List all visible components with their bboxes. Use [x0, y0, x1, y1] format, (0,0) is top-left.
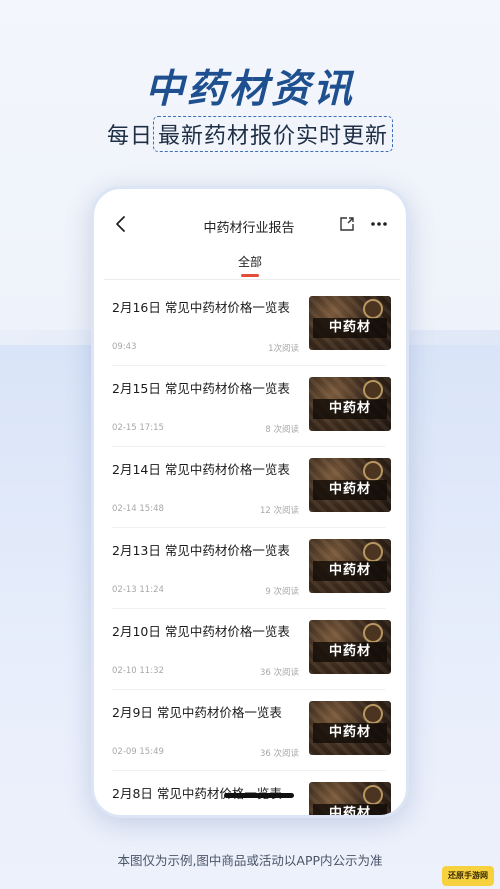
watermark-badge: 还原手游网 — [442, 866, 494, 886]
list-item[interactable]: 2月10日 常见中药材价格一览表 02-10 11:32 36 次阅读 中药材 — [94, 609, 406, 690]
promo-sub-boxed: 最新药材报价实时更新 — [153, 116, 394, 152]
article-thumbnail: 中药材 — [309, 296, 391, 350]
more-dots-icon[interactable] — [368, 215, 390, 233]
article-title: 2月14日 常见中药材价格一览表 — [112, 462, 290, 477]
thumbnail-text: 中药材 — [313, 642, 387, 662]
list-item[interactable]: 2月13日 常见中药材价格一览表 02-13 11:24 9 次阅读 中药材 — [94, 528, 406, 609]
thumbnail-text: 中药材 — [313, 480, 387, 500]
thumbnail-text: 中药材 — [313, 318, 387, 338]
tab-active-indicator — [241, 274, 259, 277]
article-reads: 9 次阅读 — [265, 587, 299, 597]
article-thumbnail: 中药材 — [309, 377, 391, 431]
home-indicator — [224, 793, 294, 798]
thumbnail-text: 中药材 — [313, 399, 387, 419]
article-reads: 36 次阅读 — [259, 749, 299, 759]
thumbnail-text: 中药材 — [313, 561, 387, 581]
promo-sub-prefix: 每日 — [106, 124, 153, 149]
promo-subline: 每日 最新药材报价实时更新 — [0, 116, 500, 152]
article-thumbnail: 中药材 — [309, 458, 391, 512]
article-list: 2月16日 常见中药材价格一览表 09:43 1次阅读 中药材 2月15日 常见… — [94, 285, 406, 815]
list-item[interactable]: 2月9日 常见中药材价格一览表 02-09 15:49 36 次阅读 中药材 — [94, 690, 406, 771]
article-thumbnail: 中药材 — [309, 782, 391, 815]
thumbnail-text: 中药材 — [313, 804, 387, 815]
article-reads: 8 次阅读 — [265, 425, 299, 435]
article-title: 2月16日 常见中药材价格一览表 — [112, 300, 290, 315]
article-thumbnail: 中药材 — [309, 620, 391, 674]
article-title: 2月10日 常见中药材价格一览表 — [112, 624, 290, 639]
article-time: 02-09 15:49 — [112, 747, 164, 757]
thumbnail-text: 中药材 — [313, 723, 387, 743]
article-reads: 12 次阅读 — [259, 506, 299, 516]
tab-divider — [104, 279, 400, 280]
disclaimer-text: 本图仅为示例,图中商品或活动以APP内公示为准 — [117, 853, 383, 868]
tab-all[interactable]: 全部 — [94, 253, 406, 270]
article-title: 2月15日 常见中药材价格一览表 — [112, 381, 290, 396]
article-time: 02-14 15:48 — [112, 504, 164, 514]
article-thumbnail: 中药材 — [309, 539, 391, 593]
article-title: 2月13日 常见中药材价格一览表 — [112, 543, 290, 558]
article-time: 02-10 11:32 — [112, 666, 164, 676]
article-reads: 36 次阅读 — [259, 668, 299, 678]
article-time: 02-15 17:15 — [112, 423, 164, 433]
page-title: 中药材行业报告 — [203, 221, 295, 236]
list-item[interactable]: 2月14日 常见中药材价格一览表 02-14 15:48 12 次阅读 中药材 — [94, 447, 406, 528]
article-time: 09:43 — [112, 342, 137, 352]
article-title: 2月9日 常见中药材价格一览表 — [112, 705, 282, 720]
article-thumbnail: 中药材 — [309, 701, 391, 755]
promo-headline: 中药材资讯 — [144, 67, 355, 112]
nav-bar: 中药材行业报告 — [94, 209, 406, 239]
phone-mockup: 中药材行业报告 全部 2月16日 常见中药材价格一览表 09:43 1次阅读 中… — [91, 186, 409, 818]
article-reads: 1次阅读 — [268, 344, 299, 354]
chevron-left-icon[interactable] — [112, 213, 130, 235]
share-icon[interactable] — [338, 215, 356, 233]
article-time: 02-13 11:24 — [112, 585, 164, 595]
list-item[interactable]: 2月16日 常见中药材价格一览表 09:43 1次阅读 中药材 — [94, 285, 406, 366]
list-item[interactable]: 2月15日 常见中药材价格一览表 02-15 17:15 8 次阅读 中药材 — [94, 366, 406, 447]
